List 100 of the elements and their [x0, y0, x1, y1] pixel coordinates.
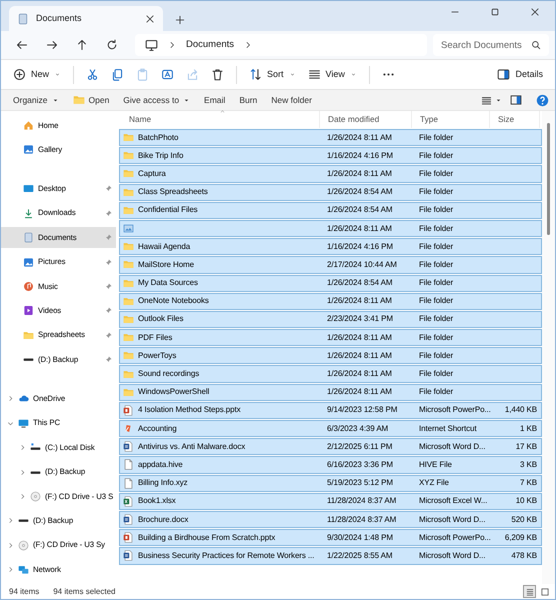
file-row[interactable]: Sound recordings 1/26/2024 8:11 AM File folder [119, 365, 542, 383]
help-button[interactable] [536, 94, 549, 106]
folder-icon [123, 204, 134, 216]
cloud-icon [18, 393, 29, 404]
forward-icon [46, 39, 58, 51]
file-name: Book1.xlsx [138, 495, 176, 508]
command-button[interactable]: Email [198, 91, 232, 109]
file-row[interactable]: Class Spreadsheets 1/26/2024 8:54 AM File folder [119, 184, 542, 201]
file-row[interactable]: 1/26/2024 8:11 AM File folder [119, 220, 542, 238]
file-row[interactable]: Confidential Files 1/26/2024 8:54 AM File folder [119, 202, 542, 219]
view-menu-button[interactable] [481, 94, 502, 106]
details-view-button[interactable] [523, 585, 536, 598]
size-cell: 17 KB [516, 442, 537, 451]
date-cell-text: 9/30/2024 1:48 PM [326, 532, 394, 544]
date-cell-text: 1/26/2024 8:11 AM [326, 350, 393, 362]
share-icon [186, 68, 200, 81]
pin-icon [105, 332, 112, 339]
blank-file-icon [123, 478, 134, 489]
file-row[interactable]: WindowsPowerShell 1/26/2024 8:11 AM File folder [119, 384, 542, 401]
details-button[interactable]: Details [491, 62, 549, 86]
file-name: Billing Info.xyz [138, 477, 188, 490]
size-cell: 6,209 KB [504, 532, 537, 542]
file-row[interactable]: Bike Trip Info 1/16/2024 4:16 PM File folder [119, 147, 542, 164]
column-header[interactable]: Size [490, 111, 540, 128]
scrollbar-thumb[interactable] [547, 123, 550, 235]
gallery-icon [23, 144, 34, 156]
file-row[interactable]: Building a Birdhouse From Scratch.pptx 9/30/2024 1:48 PM Microsoft PowerPo... 6,209 KB [119, 529, 542, 546]
file-name: Captura [138, 168, 166, 180]
type-cell-text: Microsoft Excel W... [418, 495, 488, 508]
caret-icon [495, 96, 502, 104]
file-row[interactable]: OneNote Notebooks 1/26/2024 8:11 AM File folder [119, 292, 542, 310]
spreadsheet-file-icon [123, 496, 134, 507]
command-button[interactable]: Give access to [117, 91, 196, 109]
file-name: Outlook Files [138, 313, 184, 326]
date-cell-text: 9/14/2023 12:58 PM [326, 404, 398, 416]
caret-icon [54, 71, 62, 78]
search-field[interactable]: Search Documents [433, 34, 549, 56]
chevron-right-icon [7, 566, 14, 574]
file-row[interactable]: appdata.hive 6/16/2023 3:36 PM HIVE File 3 KB [119, 456, 542, 474]
delete-icon [211, 68, 224, 81]
paste-icon [136, 68, 150, 81]
command-button[interactable]: Organize [7, 91, 64, 109]
close-icon [530, 7, 540, 17]
chevron-icon [244, 41, 252, 49]
pin-icon [105, 356, 112, 364]
type-cell-text: File folder [418, 368, 454, 380]
new-button[interactable]: New [7, 62, 68, 86]
sort-button[interactable]: Sort [243, 62, 302, 86]
breadcrumb[interactable]: Documents [186, 38, 234, 52]
folder-icon [123, 150, 134, 162]
file-row[interactable]: Book1.xlsx 11/28/2024 8:37 AM Microsoft Excel W... 10 KB [119, 492, 542, 510]
column-header[interactable]: Type [412, 111, 490, 128]
type-cell-text: File folder [418, 132, 454, 144]
command-button[interactable]: New folder [265, 91, 318, 109]
type-cell-text: File folder [418, 204, 454, 216]
file-row[interactable]: 4 Isolation Method Steps.pptx 9/14/2023 12:58 PM Microsoft PowerPo... 1,440 KB [119, 402, 542, 419]
command-button[interactable]: Open [66, 91, 116, 109]
type-cell-text: File folder [418, 168, 454, 180]
file-row[interactable]: MailStore Home 2/17/2024 10:44 AM File folder [119, 256, 542, 274]
view-button[interactable]: View [302, 62, 363, 86]
command-button[interactable]: Burn [233, 91, 264, 109]
file-name: 4 Isolation Method Steps.pptx [138, 404, 240, 416]
date-cell-text: 1/26/2024 8:11 AM [326, 368, 393, 380]
document-file-icon [123, 514, 134, 526]
file-name: Bike Trip Info [138, 150, 184, 162]
column-header[interactable]: Date modified [320, 111, 412, 128]
file-row[interactable]: BatchPhoto 1/26/2024 8:11 AM File folder [119, 129, 542, 146]
window-tab[interactable]: Documents [9, 6, 163, 31]
date-cell-text: 5/19/2023 5:12 PM [326, 477, 394, 490]
pin-icon [105, 283, 112, 290]
type-cell-text: Microsoft Word D... [418, 550, 486, 562]
file-name: WindowsPowerShell [138, 386, 210, 398]
close-tab-button[interactable] [145, 14, 155, 24]
date-cell-text: 1/22/2025 8:55 AM [326, 550, 394, 562]
file-row[interactable]: Captura 1/26/2024 8:11 AM File folder [119, 165, 542, 183]
type-cell-text: XYZ File [418, 477, 450, 490]
file-row[interactable]: PDF Files 1/26/2024 8:11 AM File folder [119, 329, 542, 346]
file-row[interactable]: Brochure.docx 11/28/2024 8:37 AM Microsoft Word D... 520 KB [119, 510, 542, 528]
file-row[interactable]: Business Security Practices for Remote Workers ... 1/22/2025 8:55 AM Microsoft Word D... 478 KB [119, 547, 542, 564]
sort-caret-icon [219, 109, 226, 114]
column-header[interactable]: Name [119, 111, 320, 128]
preview-pane-button[interactable] [510, 94, 522, 106]
file-name: Confidential Files [138, 204, 198, 216]
date-cell-text: 11/28/2024 8:37 AM [326, 514, 398, 526]
view-icon [308, 68, 321, 81]
chevron-right-icon [19, 468, 26, 476]
file-row[interactable]: Billing Info.xyz 5/19/2023 5:12 PM XYZ File 7 KB [119, 474, 542, 492]
details-pane-icon [497, 68, 510, 81]
date-cell-text: 1/26/2024 8:54 AM [326, 186, 394, 198]
address-bar[interactable]: Documents [135, 34, 427, 56]
file-row[interactable]: Outlook Files 2/23/2024 3:41 PM File folder [119, 310, 542, 328]
file-row[interactable]: Accounting 6/3/2023 4:39 AM Internet Shortcut 1 KB [119, 420, 542, 438]
file-row[interactable]: Hawaii Agenda 1/16/2024 4:16 PM File folder [119, 238, 542, 256]
folder-icon [123, 350, 134, 362]
date-cell-text: 6/16/2023 3:36 PM [326, 458, 394, 471]
home-icon [23, 120, 34, 131]
folder-icon [23, 330, 34, 341]
file-row[interactable]: My Data Sources 1/26/2024 8:54 AM File folder [119, 274, 542, 292]
file-row[interactable]: Antivirus vs. Anti Malware.docx 2/12/2025 6:11 PM Microsoft Word D... 17 KB [119, 438, 542, 456]
file-row[interactable]: PowerToys 1/26/2024 8:11 AM File folder [119, 347, 542, 364]
